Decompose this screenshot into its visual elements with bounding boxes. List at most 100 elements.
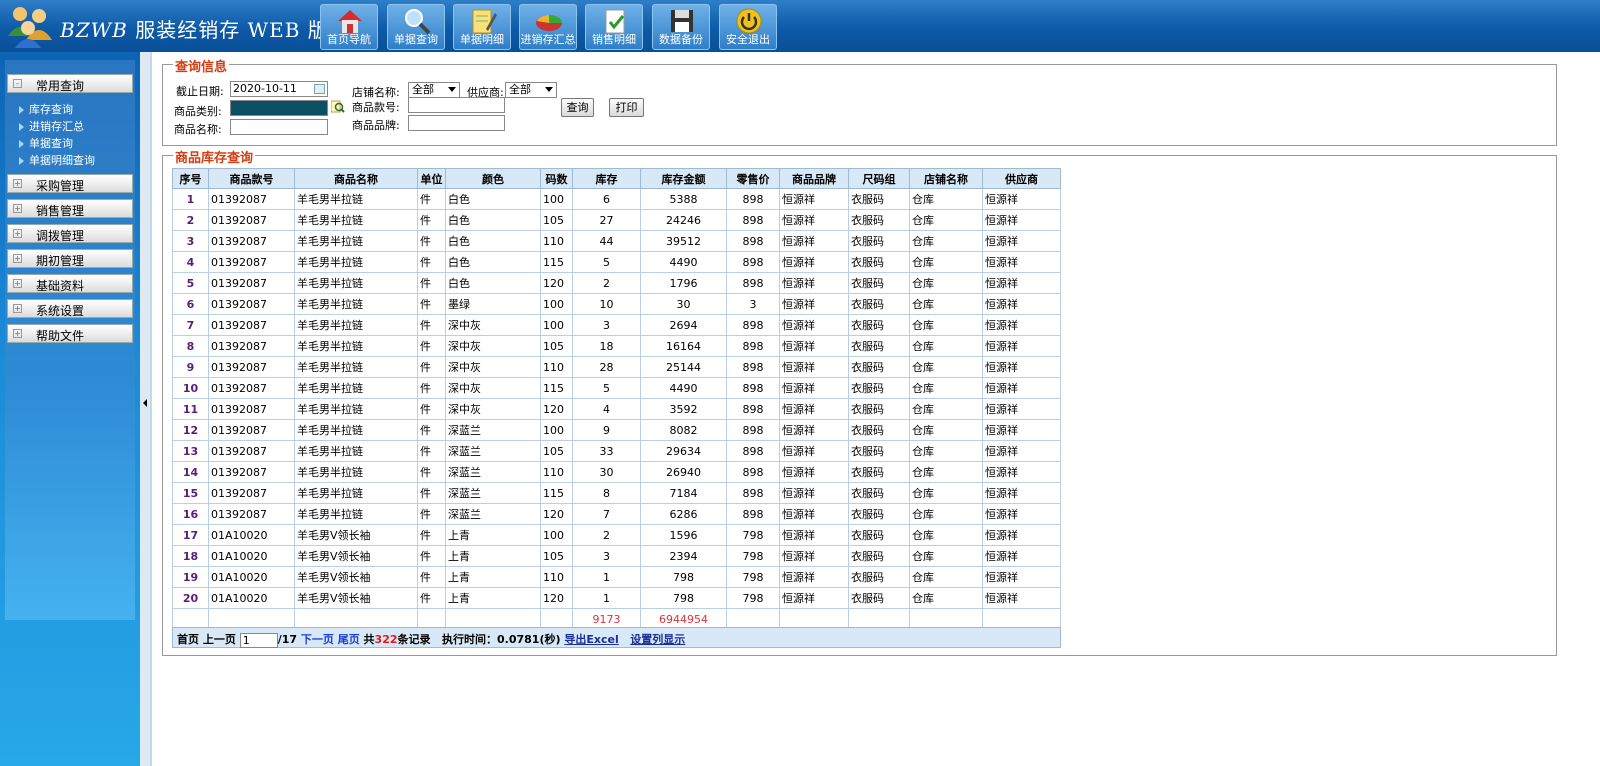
pager-next[interactable]: 下一页 [301, 633, 334, 646]
nav-sales-detail-button[interactable]: 销售明细 [585, 4, 643, 50]
sidebar-group-purchase[interactable]: + 采购管理 [7, 174, 133, 193]
store-select[interactable]: 全部 [408, 82, 460, 98]
table-row[interactable]: 11 01392087 羊毛男半拉链件深中灰 120 4 3592 898 恒源祥 衣服码 仓库恒… [172, 398, 1061, 420]
cell-supplier: 恒源祥 [982, 293, 1061, 315]
table-row[interactable]: 16 01392087 羊毛男半拉链件深蓝兰 120 7 6286 898 恒源祥 衣服码 仓库恒… [172, 503, 1061, 525]
col-header-unit[interactable]: 单位 [417, 168, 446, 189]
table-row[interactable]: 18 01A10020 羊毛男V领长袖件上青 105 3 2394 798 恒源祥 衣服码 仓库恒… [172, 545, 1061, 567]
table-row[interactable]: 15 01392087 羊毛男半拉链件深蓝兰 115 8 7184 898 恒源祥 衣服码 仓库恒… [172, 482, 1061, 504]
col-header-size[interactable]: 码数 [540, 168, 573, 189]
cell-color: 上青 [445, 566, 541, 588]
table-row[interactable]: 13 01392087 羊毛男半拉链件深蓝兰 105 33 29634 898 恒源祥 衣服码仓… [172, 440, 1061, 462]
table-row[interactable]: 10 01392087 羊毛男半拉链件深中灰 115 5 4490 898 恒源祥 衣服码 仓库恒… [172, 377, 1061, 399]
cell-stock: 5 [572, 251, 641, 273]
supplier-select[interactable]: 全部 [505, 82, 557, 98]
col-header-code[interactable]: 商品款号 [208, 168, 295, 189]
cell-amount: 8082 [640, 419, 727, 441]
nav-doc-query-button[interactable]: 单据查询 [387, 4, 445, 50]
sidebar-menu: - 常用查询 库存查询 进销存汇总 单据查询 单据明细查询 + 采购管理 + 销售管… [5, 60, 135, 620]
cell-price: 898 [726, 314, 780, 336]
page-number-input[interactable]: 1 [239, 632, 278, 648]
table-row[interactable]: 1 01392087 羊毛男半拉链件白色 100 6 5388 898 恒源祥 衣服码 仓库 恒源祥 [172, 188, 1061, 210]
nav-logout-button[interactable]: 安全退出 [719, 4, 777, 50]
cell-name: 羊毛男半拉链 [294, 461, 418, 483]
exec-time: 执行时间：0.0781(秒) [442, 633, 561, 646]
collapse-arrow-icon[interactable] [143, 399, 147, 407]
calendar-icon[interactable] [314, 84, 325, 94]
col-header-amount[interactable]: 库存金额 [640, 168, 727, 189]
cell-color: 上青 [445, 587, 541, 609]
cell-unit: 件 [417, 272, 446, 294]
table-row[interactable]: 14 01392087 羊毛男半拉链件深蓝兰 110 30 26940 898 恒源祥 衣服码仓… [172, 461, 1061, 483]
pager-first[interactable]: 首页 [177, 633, 199, 646]
cell-amount: 39512 [640, 230, 727, 252]
table-row[interactable]: 3 01392087 羊毛男半拉链件白色 110 44 39512 898 恒源祥 衣服码 仓库恒… [172, 230, 1061, 252]
cell-stock: 2 [572, 272, 641, 294]
col-header-price[interactable]: 零售价 [726, 168, 780, 189]
pager-last[interactable]: 尾页 [338, 633, 360, 646]
print-button[interactable]: 打印 [609, 98, 644, 117]
table-row[interactable]: 17 01A10020 羊毛男V领长袖件上青 100 2 1596 798 恒源祥 衣服码 仓库恒… [172, 524, 1061, 546]
col-header-size-group[interactable]: 尺码组 [848, 168, 910, 189]
table-row[interactable]: 20 01A10020 羊毛男V领长袖件上青 120 1 798 798 恒源祥 衣服码 仓库 恒源… [172, 587, 1061, 609]
sidebar-group-base-data[interactable]: + 基础资料 [7, 274, 133, 293]
nav-summary-button[interactable]: 进销存汇总 [519, 4, 577, 50]
cell-name: 羊毛男半拉链 [294, 419, 418, 441]
name-field[interactable] [230, 119, 328, 135]
cell-size: 100 [540, 188, 573, 210]
export-excel-link[interactable]: 导出Excel [564, 633, 618, 646]
nav-doc-query-label: 单据查询 [394, 33, 438, 46]
cell-color: 上青 [445, 524, 541, 546]
sidebar-group-common-query[interactable]: - 常用查询 [7, 74, 133, 93]
nav-doc-detail-label: 单据明细 [460, 33, 504, 46]
sidebar-item-stock-query[interactable]: 库存查询 [19, 101, 73, 117]
sidebar-group-transfer[interactable]: + 调拨管理 [7, 224, 133, 243]
col-header-color[interactable]: 颜色 [445, 168, 541, 189]
date-field[interactable]: 2020-10-11 [230, 81, 328, 97]
table-row[interactable]: 9 01392087 羊毛男半拉链件深中灰 110 28 25144 898 恒源祥 衣服码 仓库… [172, 356, 1061, 378]
table-row[interactable]: 7 01392087 羊毛男半拉链件深中灰 100 3 2694 898 恒源祥 衣服码 仓库 恒源… [172, 314, 1061, 336]
cell-price: 898 [726, 251, 780, 273]
sidebar-group-settings[interactable]: + 系统设置 [7, 299, 133, 318]
nav-backup-button[interactable]: 数据备份 [652, 4, 710, 50]
table-row[interactable]: 19 01A10020 羊毛男V领长袖件上青 110 1 798 798 恒源祥 衣服码 仓库 恒源… [172, 566, 1061, 588]
cell-amount: 4490 [640, 377, 727, 399]
cell-size-group: 衣服码 [848, 545, 910, 567]
col-header-brand[interactable]: 商品品牌 [779, 168, 849, 189]
cell-stock: 33 [572, 440, 641, 462]
brand-field[interactable] [408, 115, 505, 131]
sidebar-group-label: 系统设置 [36, 304, 85, 318]
nav-home-button[interactable]: 首页导航 [320, 4, 378, 50]
supplier-select-value: 全部 [509, 83, 531, 96]
search-button[interactable]: 查询 [561, 98, 594, 117]
cell-store: 仓库 [909, 251, 983, 273]
table-row[interactable]: 2 01392087 羊毛男半拉链件白色 105 27 24246 898 恒源祥 衣服码 仓库恒… [172, 209, 1061, 231]
sidebar-group-help[interactable]: + 帮助文件 [7, 324, 133, 343]
table-row[interactable]: 6 01392087 羊毛男半拉链件墨绿 100 10 30 3 恒源祥 衣服码 仓库 恒源祥 [172, 293, 1061, 315]
col-header-store[interactable]: 店铺名称 [909, 168, 983, 189]
sidebar-group-sales[interactable]: + 销售管理 [7, 199, 133, 218]
category-lookup-icon[interactable] [330, 100, 345, 114]
pager-prev[interactable]: 上一页 [203, 633, 236, 646]
sidebar-item-doc-query[interactable]: 单据查询 [19, 135, 73, 151]
table-row[interactable]: 8 01392087 羊毛男半拉链件深中灰 105 18 16164 898 恒源祥 衣服码 仓库… [172, 335, 1061, 357]
expand-icon: + [13, 279, 22, 288]
nav-doc-detail-button[interactable]: 单据明细 [453, 4, 511, 50]
code-field[interactable] [408, 97, 505, 113]
col-header-seq[interactable]: 序号 [172, 168, 209, 189]
sidebar-group-opening[interactable]: + 期初管理 [7, 249, 133, 268]
col-header-stock[interactable]: 库存 [572, 168, 641, 189]
content-edge [150, 52, 152, 766]
table-row[interactable]: 5 01392087 羊毛男半拉链件白色 120 2 1796 898 恒源祥 衣服码 仓库 恒源祥 [172, 272, 1061, 294]
table-row[interactable]: 4 01392087 羊毛男半拉链件白色 115 5 4490 898 恒源祥 衣服码 仓库 恒源祥 [172, 251, 1061, 273]
cell-seq: 10 [172, 377, 209, 399]
col-header-supplier[interactable]: 供应商 [982, 168, 1061, 189]
sidebar-splitter[interactable] [140, 52, 150, 766]
cell-size: 100 [540, 314, 573, 336]
category-field[interactable] [230, 100, 328, 116]
col-header-name[interactable]: 商品名称 [294, 168, 418, 189]
column-settings-link[interactable]: 设置列显示 [630, 633, 685, 646]
sidebar-item-summary[interactable]: 进销存汇总 [19, 118, 84, 134]
table-row[interactable]: 12 01392087 羊毛男半拉链件深蓝兰 100 9 8082 898 恒源祥 衣服码 仓库恒… [172, 419, 1061, 441]
sidebar-item-doc-detail-query[interactable]: 单据明细查询 [19, 152, 95, 168]
